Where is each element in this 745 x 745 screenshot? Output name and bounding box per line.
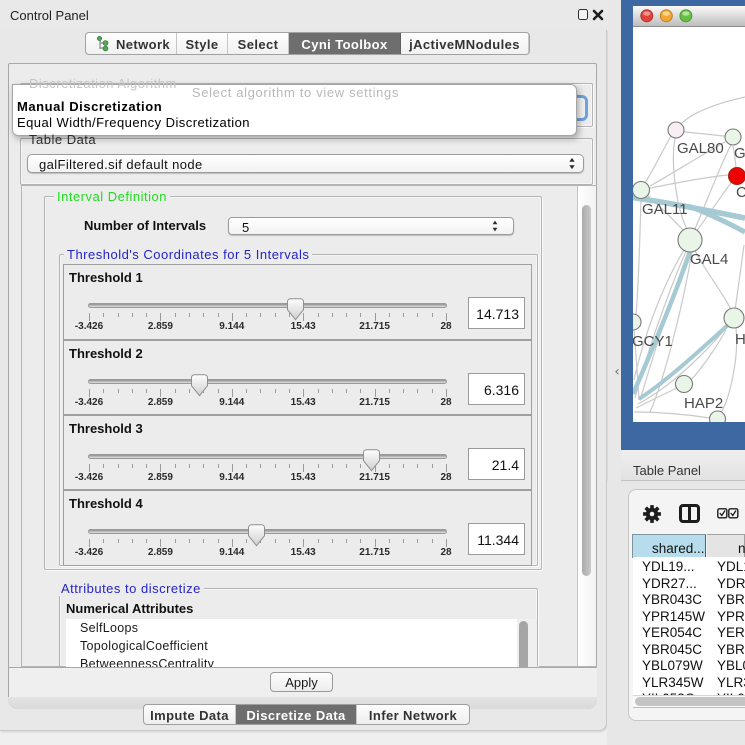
svg-text:GAL4: GAL4	[690, 251, 728, 268]
svg-text:GAL80: GAL80	[677, 140, 724, 157]
svg-text:H: H	[735, 331, 745, 348]
svg-text:GCY1: GCY1	[633, 333, 673, 350]
svg-text:G.: G.	[734, 145, 745, 162]
svg-text:GAL11: GAL11	[642, 201, 688, 218]
svg-text:C: C	[736, 184, 745, 201]
svg-text:HAP2: HAP2	[684, 395, 723, 412]
